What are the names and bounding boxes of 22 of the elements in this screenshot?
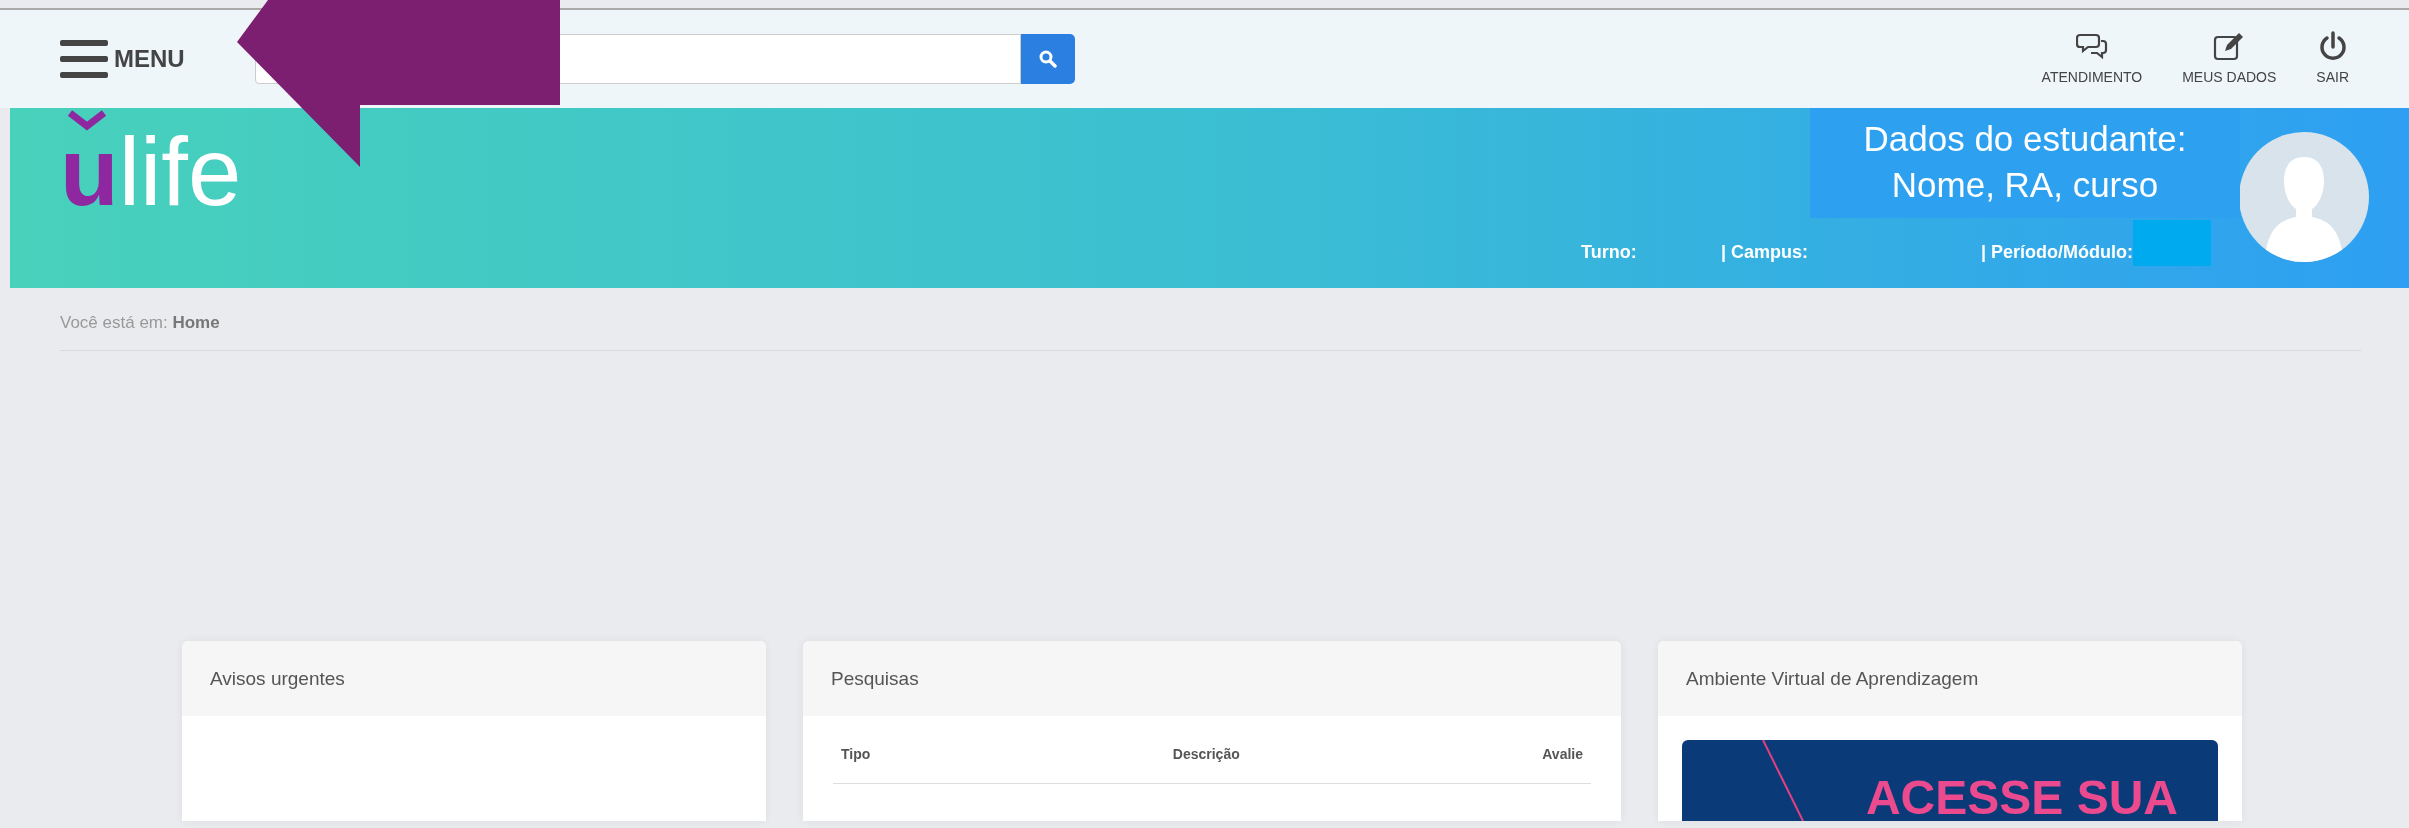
chevron-icon (67, 110, 107, 132)
field-label: | Período/Módulo: (1981, 241, 2133, 264)
field-label: Turno: (1581, 241, 1638, 264)
search-icon (1038, 50, 1057, 68)
annotation-label: Dados do estudante: Nome, RA, curso (1810, 108, 2240, 218)
banner-text: ACESSE SUA (1865, 769, 2178, 821)
card-title: Pesquisas (803, 640, 1621, 716)
column-header: Avalie (1542, 744, 1583, 764)
toolbar-button[interactable]: ATENDIMENTO (2041, 30, 2143, 88)
edit-icon (2213, 30, 2246, 61)
menu-icon (60, 40, 108, 78)
menu-button[interactable]: MENU (60, 40, 185, 78)
column-header: Descrição (1172, 744, 1240, 764)
breadcrumb: Você está em: Home (60, 310, 2361, 351)
field-label: | Campus: (1721, 241, 1810, 264)
card-title: Ambiente Virtual de Aprendizagem (1658, 640, 2242, 716)
column-header: Tipo (841, 744, 871, 764)
toolbar-button[interactable]: MEUS DADOS (2182, 30, 2277, 88)
search-button[interactable] (1020, 34, 1075, 84)
logo: ulife (60, 124, 242, 288)
card-title: Avisos urgentes (182, 640, 766, 716)
toolbar-button[interactable]: SAIR (2316, 30, 2349, 88)
